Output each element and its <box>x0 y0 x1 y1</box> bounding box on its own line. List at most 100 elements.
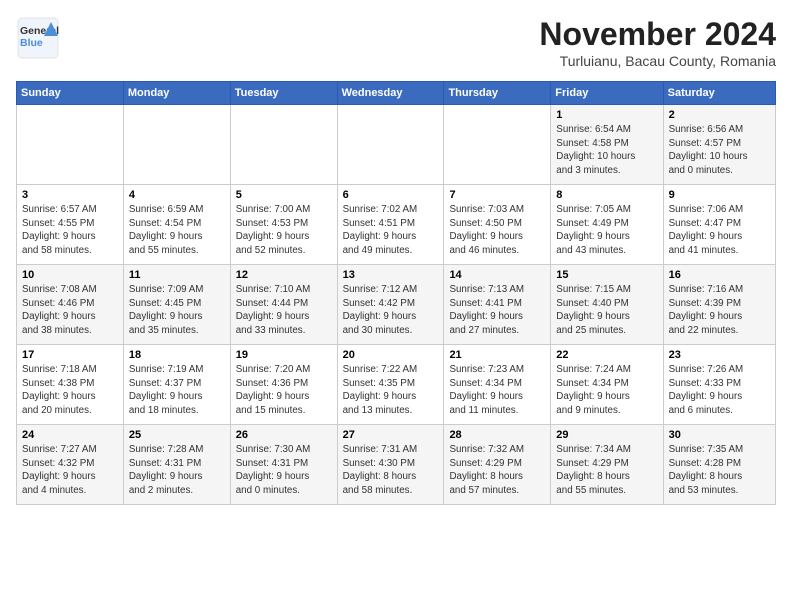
logo: General Blue <box>16 16 60 60</box>
day-info: Sunrise: 7:06 AM Sunset: 4:47 PM Dayligh… <box>669 203 770 258</box>
calendar-cell: 25 Sunrise: 7:28 AM Sunset: 4:31 PM Dayli… <box>123 425 230 505</box>
day-number: 16 <box>669 269 770 281</box>
title-area: November 2024 Turluianu, Bacau County, R… <box>539 16 776 69</box>
day-info: Sunrise: 7:28 AM Sunset: 4:31 PM Dayligh… <box>129 443 225 498</box>
calendar-cell: 20 Sunrise: 7:22 AM Sunset: 4:35 PM Dayli… <box>337 345 444 425</box>
header-friday: Friday <box>551 82 663 105</box>
day-info: Sunrise: 7:02 AM Sunset: 4:51 PM Dayligh… <box>343 203 439 258</box>
calendar-cell: 5 Sunrise: 7:00 AM Sunset: 4:53 PM Daylig… <box>230 185 337 265</box>
day-number: 18 <box>129 349 225 361</box>
calendar-cell: 9 Sunrise: 7:06 AM Sunset: 4:47 PM Daylig… <box>663 185 775 265</box>
day-number: 23 <box>669 349 770 361</box>
week-row-1: 1 Sunrise: 6:54 AM Sunset: 4:58 PM Daylig… <box>17 105 776 185</box>
calendar-cell: 8 Sunrise: 7:05 AM Sunset: 4:49 PM Daylig… <box>551 185 663 265</box>
calendar-cell: 10 Sunrise: 7:08 AM Sunset: 4:46 PM Dayli… <box>17 265 124 345</box>
calendar-cell: 22 Sunrise: 7:24 AM Sunset: 4:34 PM Dayli… <box>551 345 663 425</box>
header-tuesday: Tuesday <box>230 82 337 105</box>
calendar-cell: 11 Sunrise: 7:09 AM Sunset: 4:45 PM Dayli… <box>123 265 230 345</box>
day-number: 22 <box>556 349 657 361</box>
day-number: 10 <box>22 269 118 281</box>
day-number: 1 <box>556 109 657 121</box>
day-info: Sunrise: 7:26 AM Sunset: 4:33 PM Dayligh… <box>669 363 770 418</box>
day-number: 9 <box>669 189 770 201</box>
day-info: Sunrise: 6:56 AM Sunset: 4:57 PM Dayligh… <box>669 123 770 178</box>
day-info: Sunrise: 7:23 AM Sunset: 4:34 PM Dayligh… <box>449 363 545 418</box>
calendar-cell: 15Sunrise: 7:15 AM Sunset: 4:40 PM Dayli… <box>551 265 663 345</box>
calendar-cell: 21Sunrise: 7:23 AM Sunset: 4:34 PM Dayli… <box>444 345 551 425</box>
week-row-2: 3Sunrise: 6:57 AM Sunset: 4:55 PM Daylig… <box>17 185 776 265</box>
calendar-table: SundayMondayTuesdayWednesdayThursdayFrid… <box>16 81 776 505</box>
month-title: November 2024 <box>539 16 776 53</box>
day-number: 11 <box>129 269 225 281</box>
day-number: 19 <box>236 349 332 361</box>
day-number: 13 <box>343 269 439 281</box>
day-info: Sunrise: 6:57 AM Sunset: 4:55 PM Dayligh… <box>22 203 118 258</box>
day-info: Sunrise: 7:16 AM Sunset: 4:39 PM Dayligh… <box>669 283 770 338</box>
day-info: Sunrise: 7:08 AM Sunset: 4:46 PM Dayligh… <box>22 283 118 338</box>
day-number: 2 <box>669 109 770 121</box>
calendar-cell: 19 Sunrise: 7:20 AM Sunset: 4:36 PM Dayli… <box>230 345 337 425</box>
week-row-3: 10 Sunrise: 7:08 AM Sunset: 4:46 PM Dayli… <box>17 265 776 345</box>
day-info: Sunrise: 7:05 AM Sunset: 4:49 PM Dayligh… <box>556 203 657 258</box>
calendar-cell: 1 Sunrise: 6:54 AM Sunset: 4:58 PM Daylig… <box>551 105 663 185</box>
calendar-cell: 13Sunrise: 7:12 AM Sunset: 4:42 PM Dayli… <box>337 265 444 345</box>
week-row-4: 17 Sunrise: 7:18 AM Sunset: 4:38 PM Dayli… <box>17 345 776 425</box>
calendar-cell: 4 Sunrise: 6:59 AM Sunset: 4:54 PM Daylig… <box>123 185 230 265</box>
day-info: Sunrise: 7:19 AM Sunset: 4:37 PM Dayligh… <box>129 363 225 418</box>
calendar-cell: 26Sunrise: 7:30 AM Sunset: 4:31 PM Dayli… <box>230 425 337 505</box>
calendar-header-row: SundayMondayTuesdayWednesdayThursdayFrid… <box>17 82 776 105</box>
day-info: Sunrise: 7:24 AM Sunset: 4:34 PM Dayligh… <box>556 363 657 418</box>
svg-text:Blue: Blue <box>20 37 43 49</box>
calendar-cell <box>444 105 551 185</box>
calendar-cell: 18 Sunrise: 7:19 AM Sunset: 4:37 PM Dayli… <box>123 345 230 425</box>
day-number: 24 <box>22 429 118 441</box>
day-number: 4 <box>129 189 225 201</box>
day-number: 25 <box>129 429 225 441</box>
day-number: 14 <box>449 269 545 281</box>
calendar-cell <box>17 105 124 185</box>
calendar-cell: 30 Sunrise: 7:35 AM Sunset: 4:28 PM Dayli… <box>663 425 775 505</box>
day-info: Sunrise: 7:27 AM Sunset: 4:32 PM Dayligh… <box>22 443 118 498</box>
day-number: 12 <box>236 269 332 281</box>
logo-svg: General Blue <box>16 16 60 60</box>
calendar-cell: 29 Sunrise: 7:34 AM Sunset: 4:29 PM Dayli… <box>551 425 663 505</box>
day-number: 8 <box>556 189 657 201</box>
calendar-cell: 24 Sunrise: 7:27 AM Sunset: 4:32 PM Dayli… <box>17 425 124 505</box>
calendar-cell <box>123 105 230 185</box>
day-number: 7 <box>449 189 545 201</box>
day-number: 17 <box>22 349 118 361</box>
day-number: 6 <box>343 189 439 201</box>
calendar-cell: 7 Sunrise: 7:03 AM Sunset: 4:50 PM Daylig… <box>444 185 551 265</box>
day-number: 5 <box>236 189 332 201</box>
day-info: Sunrise: 7:30 AM Sunset: 4:31 PM Dayligh… <box>236 443 332 498</box>
day-info: Sunrise: 7:20 AM Sunset: 4:36 PM Dayligh… <box>236 363 332 418</box>
day-info: Sunrise: 7:13 AM Sunset: 4:41 PM Dayligh… <box>449 283 545 338</box>
day-info: Sunrise: 7:22 AM Sunset: 4:35 PM Dayligh… <box>343 363 439 418</box>
day-number: 30 <box>669 429 770 441</box>
calendar-cell <box>230 105 337 185</box>
day-info: Sunrise: 7:35 AM Sunset: 4:28 PM Dayligh… <box>669 443 770 498</box>
calendar-cell: 2 Sunrise: 6:56 AM Sunset: 4:57 PM Daylig… <box>663 105 775 185</box>
day-info: Sunrise: 7:03 AM Sunset: 4:50 PM Dayligh… <box>449 203 545 258</box>
day-number: 28 <box>449 429 545 441</box>
calendar-cell: 12Sunrise: 7:10 AM Sunset: 4:44 PM Dayli… <box>230 265 337 345</box>
day-info: Sunrise: 7:34 AM Sunset: 4:29 PM Dayligh… <box>556 443 657 498</box>
day-number: 29 <box>556 429 657 441</box>
calendar-cell: 17 Sunrise: 7:18 AM Sunset: 4:38 PM Dayli… <box>17 345 124 425</box>
day-info: Sunrise: 7:00 AM Sunset: 4:53 PM Dayligh… <box>236 203 332 258</box>
calendar-cell <box>337 105 444 185</box>
day-info: Sunrise: 7:18 AM Sunset: 4:38 PM Dayligh… <box>22 363 118 418</box>
calendar-body: 1 Sunrise: 6:54 AM Sunset: 4:58 PM Daylig… <box>17 105 776 505</box>
header-wednesday: Wednesday <box>337 82 444 105</box>
calendar-cell: 23 Sunrise: 7:26 AM Sunset: 4:33 PM Dayli… <box>663 345 775 425</box>
calendar-cell: 3Sunrise: 6:57 AM Sunset: 4:55 PM Daylig… <box>17 185 124 265</box>
day-info: Sunrise: 7:32 AM Sunset: 4:29 PM Dayligh… <box>449 443 545 498</box>
day-info: Sunrise: 6:59 AM Sunset: 4:54 PM Dayligh… <box>129 203 225 258</box>
day-number: 20 <box>343 349 439 361</box>
day-info: Sunrise: 7:09 AM Sunset: 4:45 PM Dayligh… <box>129 283 225 338</box>
header: General Blue November 2024 Turluianu, Ba… <box>16 16 776 69</box>
day-info: Sunrise: 7:15 AM Sunset: 4:40 PM Dayligh… <box>556 283 657 338</box>
week-row-5: 24 Sunrise: 7:27 AM Sunset: 4:32 PM Dayli… <box>17 425 776 505</box>
calendar-cell: 6 Sunrise: 7:02 AM Sunset: 4:51 PM Daylig… <box>337 185 444 265</box>
day-info: Sunrise: 6:54 AM Sunset: 4:58 PM Dayligh… <box>556 123 657 178</box>
